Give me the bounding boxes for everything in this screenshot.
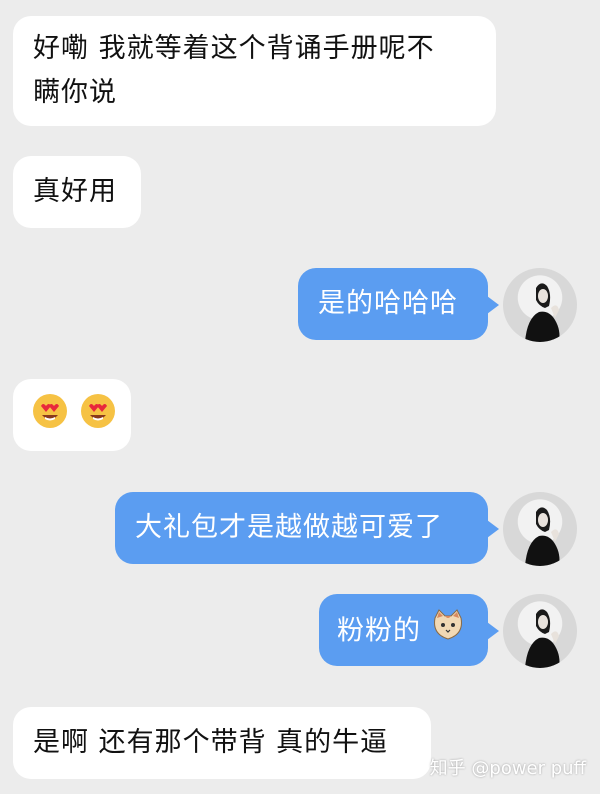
cat-face-emoji — [431, 608, 465, 656]
message-bubble-outgoing[interactable]: 粉粉的 — [319, 594, 488, 666]
watermark: 知乎 @power puff — [429, 758, 586, 779]
profile-photo-icon — [525, 283, 560, 342]
avatar[interactable] — [503, 492, 577, 566]
avatar[interactable] — [503, 268, 577, 342]
bubble-tail — [487, 296, 499, 314]
heart-eyes-emoji — [79, 392, 117, 444]
profile-photo-icon — [525, 507, 560, 566]
message-text: 好嘞 我就等着这个背诵手册呢不 — [33, 33, 435, 64]
bubble-tail — [487, 622, 499, 640]
message-bubble-outgoing[interactable]: 大礼包才是越做越可爱了 — [115, 492, 488, 564]
message-bubble-incoming[interactable]: 真好用 — [13, 156, 141, 228]
message-bubble-incoming[interactable]: 是啊 还有那个带背 真的牛逼 — [13, 707, 431, 779]
message-text: 粉粉的 — [337, 615, 421, 647]
message-text: 是的哈哈哈 — [318, 288, 458, 319]
message-text: 大礼包才是越做越可爱了 — [135, 512, 443, 543]
message-bubble-incoming[interactable]: 好嘞 我就等着这个背诵手册呢不 瞒你说 — [13, 16, 496, 126]
profile-photo-icon — [525, 609, 560, 668]
message-text: 是啊 还有那个带背 真的牛逼 — [33, 727, 389, 758]
message-bubble-outgoing[interactable]: 是的哈哈哈 — [298, 268, 488, 340]
heart-eyes-emoji — [31, 392, 69, 444]
message-bubble-incoming[interactable] — [13, 379, 131, 451]
message-text: 瞒你说 — [33, 77, 117, 108]
message-text: 真好用 — [33, 176, 117, 207]
avatar[interactable] — [503, 594, 577, 668]
bubble-tail — [487, 520, 499, 538]
